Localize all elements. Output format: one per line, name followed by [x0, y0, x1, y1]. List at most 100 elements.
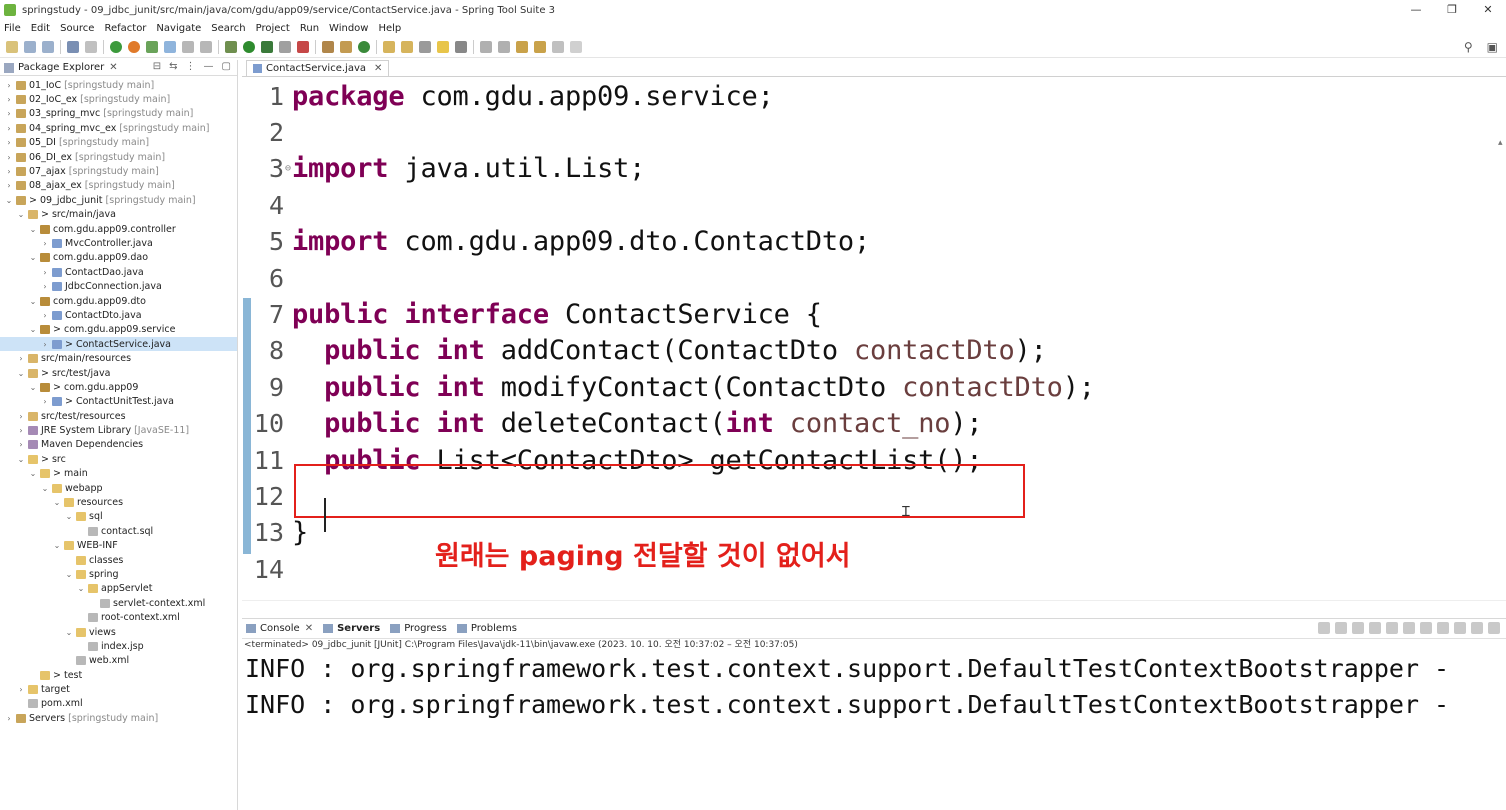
menu-item-help[interactable]: Help	[378, 23, 401, 34]
tree-item[interactable]: ⌄ com.gdu.app09.dao	[0, 251, 237, 265]
expand-arrow-icon[interactable]: ›	[16, 685, 26, 694]
back-icon[interactable]	[534, 40, 546, 53]
tree-item[interactable]: › 05_DI [springstudy main]	[0, 136, 237, 150]
tree-item[interactable]: ⌄ views	[0, 625, 237, 639]
expand-arrow-icon[interactable]: ›	[40, 282, 50, 291]
expand-arrow-icon[interactable]: ›	[16, 426, 26, 435]
expand-arrow-icon[interactable]: ›	[16, 412, 26, 421]
open-console-icon[interactable]	[1454, 622, 1466, 634]
tree-item[interactable]: › > ContactUnitTest.java	[0, 395, 237, 409]
tree-item[interactable]: › ContactDao.java	[0, 265, 237, 279]
menu-item-search[interactable]: Search	[211, 23, 245, 34]
new-class-icon[interactable]	[358, 40, 370, 53]
expand-arrow-icon[interactable]: ›	[4, 124, 14, 133]
maximize-view-icon[interactable]	[1488, 622, 1500, 634]
remove-launch-icon[interactable]	[1335, 622, 1347, 634]
collapse-arrow-icon[interactable]: ⌄	[28, 383, 38, 392]
tree-item[interactable]: › target	[0, 682, 237, 696]
pin-console-icon[interactable]	[1420, 622, 1432, 634]
spring-boot-icon[interactable]	[110, 40, 122, 53]
expand-arrow-icon[interactable]: ›	[4, 138, 14, 147]
collapse-all-icon[interactable]: ⊟	[153, 61, 161, 72]
tree-item[interactable]: ⌄ WEB-INF	[0, 539, 237, 553]
tab-problems[interactable]: Problems	[456, 623, 517, 634]
clear-console-icon[interactable]	[1352, 622, 1364, 634]
restore-button[interactable]: ❐	[1434, 0, 1470, 20]
annotation-icon[interactable]	[455, 40, 467, 53]
collapse-arrow-icon[interactable]: ⌄	[28, 469, 38, 478]
tree-item[interactable]: web.xml	[0, 654, 237, 668]
tree-item[interactable]: › JRE System Library [JavaSE-11]	[0, 423, 237, 437]
tree-item[interactable]: ⌄ > src/test/java	[0, 366, 237, 380]
maximize-view-icon[interactable]: ▢	[222, 61, 231, 72]
tree-item[interactable]: › ContactDto.java	[0, 308, 237, 322]
expand-arrow-icon[interactable]: ›	[16, 354, 26, 363]
prev-annotation-icon[interactable]	[498, 40, 510, 53]
menu-item-window[interactable]: Window	[329, 23, 368, 34]
menu-item-edit[interactable]: Edit	[31, 23, 50, 34]
tree-item[interactable]: › Maven Dependencies	[0, 438, 237, 452]
search-icon[interactable]	[437, 40, 449, 53]
terminate-icon[interactable]	[1318, 622, 1330, 634]
tree-item[interactable]: root-context.xml	[0, 610, 237, 624]
tree-item[interactable]: servlet-context.xml	[0, 596, 237, 610]
run-icon[interactable]	[243, 40, 255, 53]
run-external-icon[interactable]	[261, 40, 273, 53]
forward-icon[interactable]	[552, 40, 564, 53]
minimize-view-icon[interactable]: —	[204, 61, 214, 72]
expand-arrow-icon[interactable]: ›	[4, 153, 14, 162]
show-whitespace-icon[interactable]	[200, 40, 212, 53]
tree-item[interactable]: ⌄ com.gdu.app09.dto	[0, 294, 237, 308]
open-type-icon[interactable]	[383, 40, 395, 53]
fold-toggle-icon[interactable]: ⊖	[284, 163, 292, 174]
expand-arrow-icon[interactable]: ›	[16, 440, 26, 449]
expand-arrow-icon[interactable]: ›	[4, 109, 14, 118]
tree-item[interactable]: › src/test/resources	[0, 409, 237, 423]
tree-item[interactable]: › 06_DI_ex [springstudy main]	[0, 150, 237, 164]
expand-arrow-icon[interactable]: ›	[40, 268, 50, 277]
tab-progress[interactable]: Progress	[390, 623, 447, 634]
collapse-arrow-icon[interactable]: ⌄	[64, 570, 74, 579]
expand-arrow-icon[interactable]: ›	[40, 311, 50, 320]
tree-item[interactable]: › 08_ajax_ex [springstudy main]	[0, 179, 237, 193]
collapse-arrow-icon[interactable]: ⌄	[16, 369, 26, 378]
menu-item-run[interactable]: Run	[300, 23, 319, 34]
close-icon[interactable]: ✕	[109, 62, 117, 73]
minimize-button[interactable]: —	[1398, 0, 1434, 20]
expand-arrow-icon[interactable]: ›	[4, 714, 14, 723]
tree-item[interactable]: ⌄ com.gdu.app09.controller	[0, 222, 237, 236]
collapse-arrow-icon[interactable]: ⌄	[64, 512, 74, 521]
highlight-icon[interactable]	[164, 40, 176, 53]
collapse-arrow-icon[interactable]: ⌄	[64, 628, 74, 637]
open-task-icon[interactable]	[401, 40, 413, 53]
tree-item[interactable]: index.jsp	[0, 639, 237, 653]
tree-item[interactable]: › > ContactService.java	[0, 337, 237, 352]
tree-item[interactable]: ⌄ spring	[0, 567, 237, 581]
display-console-icon[interactable]	[1437, 622, 1449, 634]
menu-item-navigate[interactable]: Navigate	[156, 23, 201, 34]
collapse-arrow-icon[interactable]: ⌄	[28, 253, 38, 262]
menu-item-file[interactable]: File	[4, 23, 21, 34]
horizontal-scrollbar[interactable]	[242, 600, 1506, 610]
scroll-up-icon[interactable]: ▴	[1498, 138, 1506, 150]
expand-arrow-icon[interactable]: ›	[4, 181, 14, 190]
tree-item[interactable]: ⌄ webapp	[0, 481, 237, 495]
collapse-arrow-icon[interactable]: ⌄	[52, 541, 62, 550]
menu-item-refactor[interactable]: Refactor	[104, 23, 146, 34]
code-editor[interactable]: 1 package com.gdu.app09.service; 2 3 ⊖ import…	[242, 78, 1506, 612]
tree-item[interactable]: › Servers [springstudy main]	[0, 711, 237, 725]
view-menu-icon[interactable]: ⋮	[186, 61, 196, 72]
word-wrap-icon[interactable]	[1386, 622, 1398, 634]
collapse-arrow-icon[interactable]: ⌄	[28, 297, 38, 306]
pin-editor-icon[interactable]	[570, 40, 582, 53]
tree-item[interactable]: › 02_IoC_ex [springstudy main]	[0, 92, 237, 106]
close-button[interactable]: ✕	[1470, 0, 1506, 20]
open-perspective-icon[interactable]: ▣	[1487, 40, 1498, 54]
close-icon[interactable]: ✕	[305, 623, 313, 634]
expand-arrow-icon[interactable]: ›	[40, 239, 50, 248]
menu-item-source[interactable]: Source	[60, 23, 94, 34]
tree-item[interactable]: › MvcController.java	[0, 236, 237, 250]
skip-breakpoints-icon[interactable]	[85, 40, 97, 53]
tree-item[interactable]: pom.xml	[0, 697, 237, 711]
tree-item[interactable]: ⌄ resources	[0, 495, 237, 509]
